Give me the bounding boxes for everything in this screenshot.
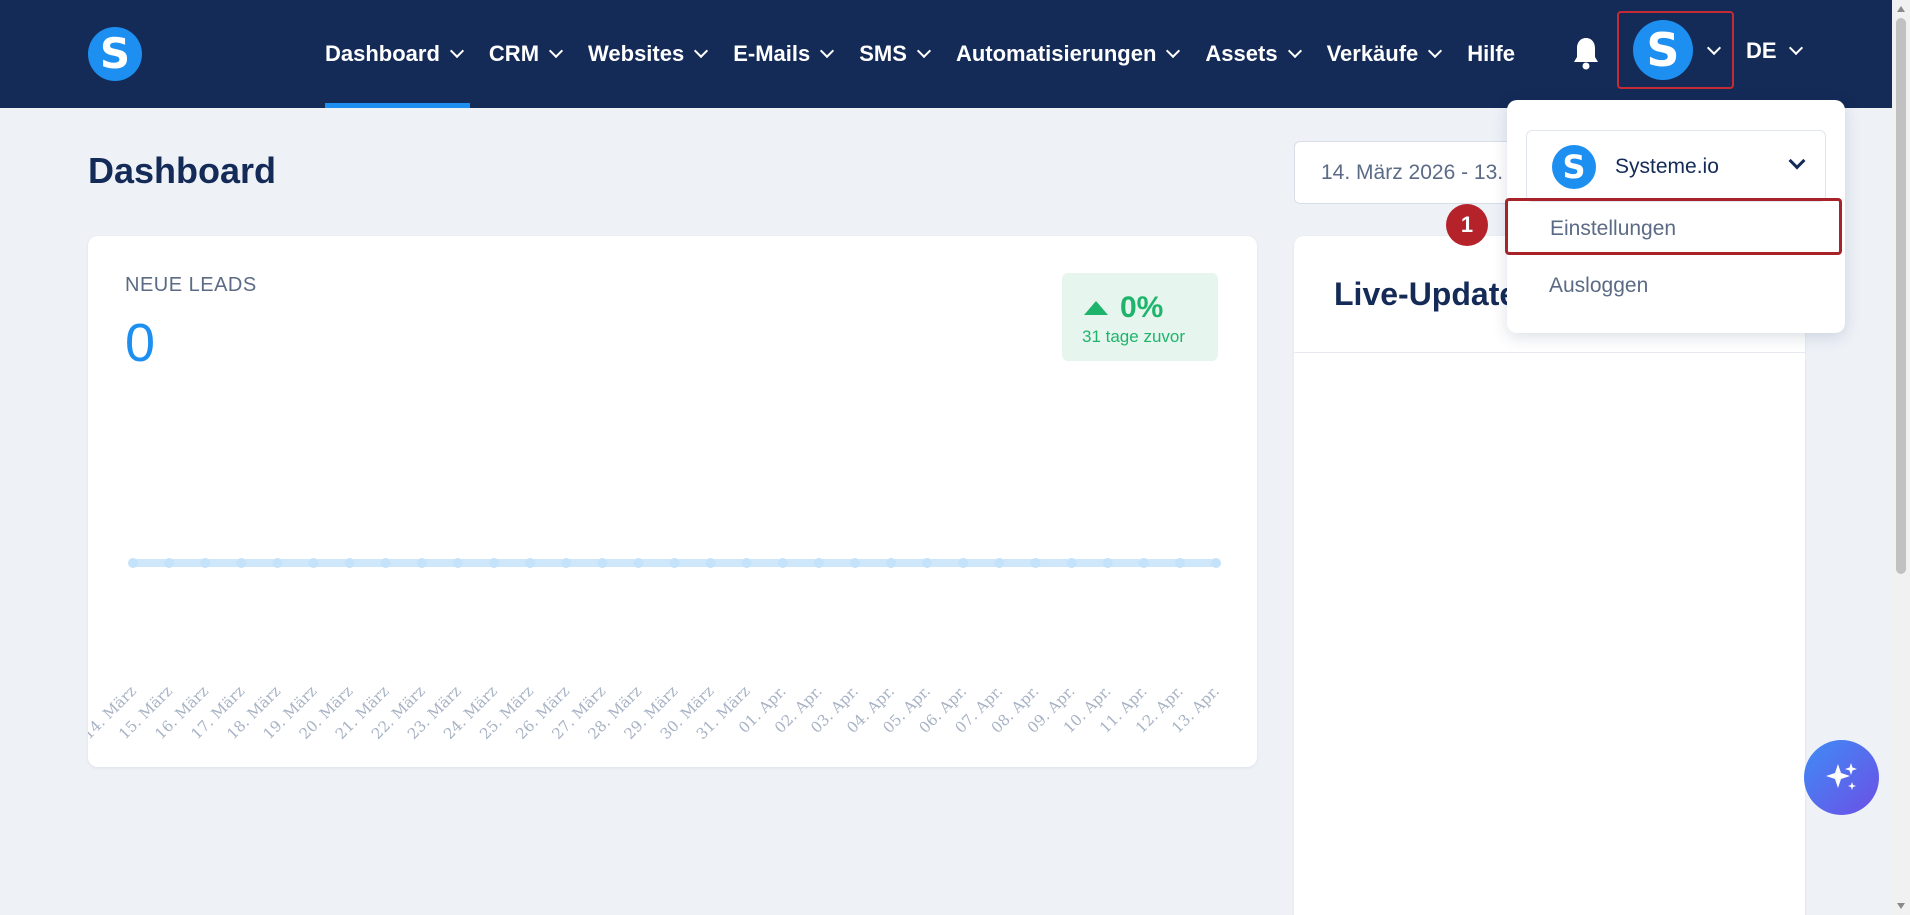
nav-item-label: CRM [488,41,540,66]
account-logo: S [1552,145,1596,189]
language-selector[interactable]: DE [1746,38,1803,64]
brand-logo[interactable]: S [88,27,142,81]
logout-label: Ausloggen [1549,274,1649,297]
chevron-down-icon [1428,43,1443,59]
data-point[interactable] [958,558,969,568]
account-switcher[interactable]: S Systeme.io [1526,130,1826,202]
data-point[interactable] [994,558,1005,568]
data-point[interactable] [1174,558,1185,568]
data-point[interactable] [1138,558,1149,568]
chevron-down-icon [1166,43,1181,59]
data-point[interactable] [164,558,175,568]
data-point[interactable] [1211,558,1221,568]
avatar[interactable]: S [1633,20,1693,80]
sparkles-icon [1825,762,1857,790]
data-point[interactable] [525,558,536,568]
data-point[interactable] [633,558,644,568]
logout-menu-item[interactable]: Ausloggen [1507,258,1845,314]
page-scrollbar[interactable] [1892,0,1910,915]
nav-item-label: Hilfe [1467,41,1515,66]
new-leads-card: NEUE LEADS 0 0% 31 tage zuvor 14. März 15… [88,236,1257,767]
data-point[interactable] [416,558,427,568]
data-point[interactable] [1102,558,1113,568]
nav-item-label: Dashboard [325,41,440,66]
date-range-picker[interactable]: 14. März 2026 - 13. Apr. 2026 [1294,141,1534,204]
settings-menu-item[interactable]: Einstellungen [1505,198,1842,255]
account-name: Systeme.io [1615,155,1719,178]
data-point[interactable] [308,558,319,568]
notification-bell-icon[interactable] [1572,36,1600,70]
chevron-down-icon [1287,43,1302,59]
live-updates-title: Live-Updates [1334,276,1535,312]
nav-item-automatisierungen[interactable]: Automatisierungen [955,0,1181,108]
nav-item-hilfe[interactable]: Hilfe [1467,0,1515,108]
main-nav: Dashboard CRM Websites E-Mails SMS Automatisi… [325,0,1542,108]
data-point[interactable] [741,558,752,568]
chevron-down-icon [548,43,564,59]
live-updates-card: Live-Updates [1294,236,1805,915]
nav-item-websites[interactable]: Websites [588,0,709,108]
chevron-down-icon [1788,152,1806,170]
data-point[interactable] [236,558,247,568]
top-navbar: S Dashboard CRM Websites E-Mails SMS Automati… [0,0,1892,108]
nav-item-dashboard[interactable]: Dashboard [325,0,470,108]
language-label: DE [1746,38,1777,63]
account-menu-toggle[interactable]: S [1617,11,1734,89]
nav-item-verkäufe[interactable]: Verkäufe [1326,0,1443,108]
data-point[interactable] [272,558,283,568]
nav-item-crm[interactable]: CRM [488,0,564,108]
data-point[interactable] [1030,558,1041,568]
chevron-down-icon [1706,40,1722,56]
page-title: Dashboard [88,150,277,191]
data-point[interactable] [850,558,860,568]
nav-item-sms[interactable]: SMS [859,0,932,108]
brand-logo-letter: S [99,29,131,78]
data-point[interactable] [922,558,933,568]
chevron-down-icon [1788,40,1803,56]
avatar-letter: S [1646,23,1680,77]
data-point[interactable] [813,558,824,568]
account-dropdown: S Systeme.io Einstellungen Ausloggen [1505,100,1845,333]
data-point[interactable] [452,558,463,568]
data-point[interactable] [597,558,608,568]
leads-line-chart: 14. März15. März16. März17. März18. März… [88,558,1223,743]
chevron-down-icon [449,43,464,59]
data-point[interactable] [344,558,355,568]
nav-item-label: Websites [588,41,685,66]
nav-item-label: E-Mails [733,41,811,66]
nav-item-label: SMS [859,41,907,66]
chevron-down-icon [694,43,709,59]
scrollbar-thumb[interactable] [1896,18,1906,574]
data-point[interactable] [128,558,138,568]
ai-assistant-button[interactable] [1804,740,1879,815]
settings-label: Einstellungen [1550,217,1677,240]
nav-item-label: Verkäufe [1326,41,1419,66]
chevron-down-icon [820,43,835,59]
data-point[interactable] [777,558,788,568]
nav-item-label: Assets [1205,41,1278,66]
data-point[interactable] [489,558,499,568]
data-point[interactable] [380,558,391,568]
date-range-value: 14. März 2026 - 13. Apr. 2026 [1321,160,1533,184]
divider [1294,352,1805,353]
chevron-down-icon [916,43,932,59]
data-point[interactable] [886,558,897,568]
account-logo-letter: S [1562,148,1586,186]
data-point[interactable] [1066,558,1077,568]
nav-item-e-mails[interactable]: E-Mails [733,0,835,108]
step-marker: 1 [1446,204,1488,246]
data-point[interactable] [705,558,716,568]
scroll-up-arrow-icon[interactable] [1897,6,1905,12]
scroll-down-arrow-icon[interactable] [1897,903,1905,909]
data-point[interactable] [561,558,572,568]
nav-item-assets[interactable]: Assets [1205,0,1302,108]
nav-item-label: Automatisierungen [955,41,1157,66]
data-point[interactable] [200,558,211,568]
data-point[interactable] [669,558,680,568]
